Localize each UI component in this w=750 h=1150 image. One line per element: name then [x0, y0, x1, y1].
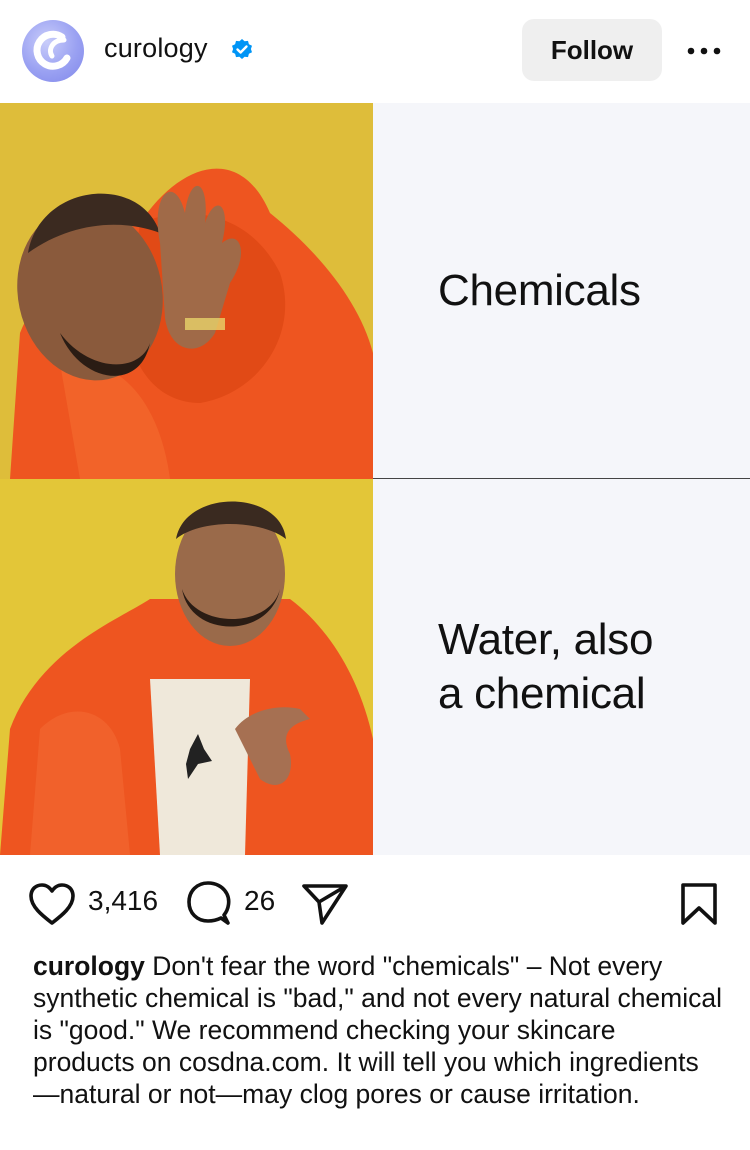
- meme-text-top: Chemicals: [373, 103, 750, 479]
- like-count[interactable]: 3,416: [88, 885, 158, 917]
- verified-icon: [232, 39, 252, 59]
- meme-text-line1: Water, also: [438, 615, 654, 664]
- comment-icon[interactable]: [186, 880, 232, 926]
- bookmark-icon[interactable]: [680, 882, 718, 926]
- share-icon[interactable]: [300, 882, 350, 926]
- post-caption: curology Don't fear the word "chemicals"…: [33, 950, 723, 1110]
- meme-text-line2: a chemical: [438, 669, 646, 718]
- post-header: curology Follow: [0, 0, 750, 103]
- more-options-icon[interactable]: [686, 46, 722, 56]
- meme-text-chemicals: Chemicals: [438, 266, 641, 315]
- username[interactable]: curology: [104, 33, 208, 64]
- meme-text-bottom: Water, also a chemical: [373, 479, 750, 855]
- action-bar: 3,416 26: [0, 870, 750, 940]
- meme-panel-approve: [0, 479, 373, 855]
- avatar[interactable]: [22, 20, 84, 82]
- follow-button[interactable]: Follow: [522, 19, 662, 81]
- comment-count[interactable]: 26: [244, 885, 275, 917]
- caption-username[interactable]: curology: [33, 951, 145, 981]
- meme-panel-disapprove: [0, 103, 373, 479]
- curology-logo-icon: [33, 30, 71, 70]
- heart-icon[interactable]: [27, 882, 77, 926]
- post-image[interactable]: Chemicals Water, also a chemical: [0, 103, 750, 855]
